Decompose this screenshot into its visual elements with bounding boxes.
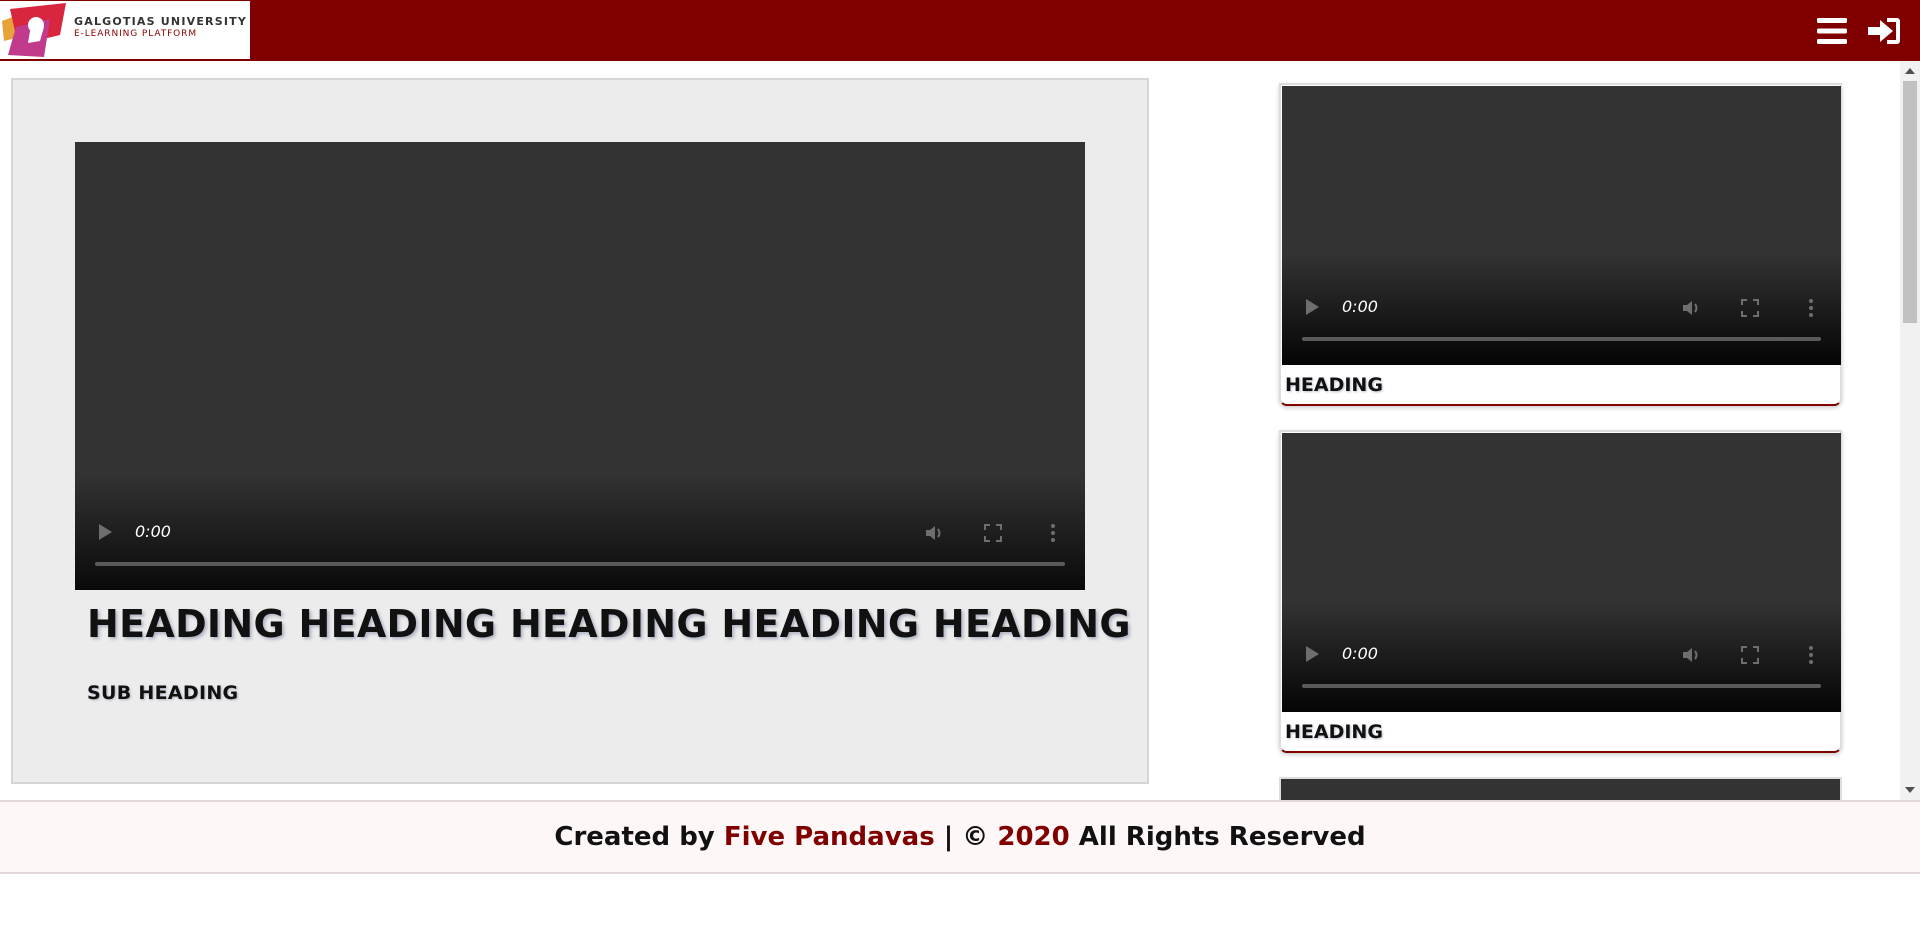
video-card-heading: HEADING <box>1285 721 1383 743</box>
volume-icon[interactable] <box>923 522 945 544</box>
video-controls: 0:00 <box>75 510 1085 590</box>
logo-subtitle: E-LEARNING PLATFORM <box>74 29 197 39</box>
logo-emblem-icon <box>2 3 66 57</box>
play-icon[interactable] <box>99 524 112 540</box>
video-player[interactable]: 0:00 <box>1282 433 1841 712</box>
video-card[interactable]: 0:00 HEADING <box>1279 83 1842 406</box>
scroll-up-arrow-icon[interactable] <box>1905 68 1915 74</box>
footer-separator: | <box>943 822 954 852</box>
video-time: 0:00 <box>1342 644 1378 663</box>
featured-video-subheading: SUB HEADING <box>87 682 239 704</box>
top-navbar: GALGOTIAS UNIVERSITY E-LEARNING PLATFORM <box>0 0 1920 61</box>
video-controls: 0:00 <box>1282 285 1841 365</box>
page-scrollbar[interactable] <box>1900 61 1920 800</box>
more-options-icon[interactable] <box>1800 297 1822 319</box>
footer-prefix: Created by <box>554 822 715 852</box>
video-player[interactable]: 0:00 <box>1282 86 1841 365</box>
volume-icon[interactable] <box>1680 297 1702 319</box>
scroll-down-arrow-icon[interactable] <box>1905 787 1915 793</box>
video-card[interactable]: 0:00 HEADING <box>1279 430 1842 753</box>
fullscreen-icon[interactable] <box>1739 297 1761 319</box>
footer-suffix: All Rights Reserved <box>1078 822 1366 852</box>
copyright-icon: © <box>962 822 989 852</box>
video-time: 0:00 <box>1342 297 1378 316</box>
fullscreen-icon[interactable] <box>982 522 1004 544</box>
featured-video-heading: HEADING HEADING HEADING HEADING HEADING <box>87 602 1131 646</box>
fullscreen-icon[interactable] <box>1739 644 1761 666</box>
volume-icon[interactable] <box>1680 644 1702 666</box>
video-time: 0:00 <box>135 522 171 541</box>
university-logo[interactable]: GALGOTIAS UNIVERSITY E-LEARNING PLATFORM <box>0 1 250 59</box>
video-card-partial[interactable] <box>1279 777 1842 800</box>
video-controls: 0:00 <box>1282 632 1841 712</box>
video-progress-bar[interactable] <box>95 562 1065 566</box>
more-options-icon[interactable] <box>1042 522 1064 544</box>
video-progress-bar[interactable] <box>1302 337 1821 341</box>
video-progress-bar[interactable] <box>1302 684 1821 688</box>
logo-title: GALGOTIAS UNIVERSITY <box>74 15 248 28</box>
hamburger-menu-icon[interactable] <box>1813 12 1851 50</box>
featured-video-card: 0:00 HEADING HEADING HEADING HEADING HEA… <box>11 78 1149 784</box>
play-icon[interactable] <box>1306 299 1319 315</box>
play-icon[interactable] <box>1306 646 1319 662</box>
scrollbar-thumb[interactable] <box>1903 81 1917 323</box>
page-footer: Created by Five Pandavas | © 2020 All Ri… <box>0 800 1920 874</box>
footer-author-link: Five Pandavas <box>723 822 935 852</box>
sign-in-icon[interactable] <box>1865 12 1903 50</box>
footer-year: 2020 <box>997 822 1070 852</box>
more-options-icon[interactable] <box>1800 644 1822 666</box>
video-card-heading: HEADING <box>1285 374 1383 396</box>
featured-video-player[interactable]: 0:00 <box>75 142 1085 590</box>
